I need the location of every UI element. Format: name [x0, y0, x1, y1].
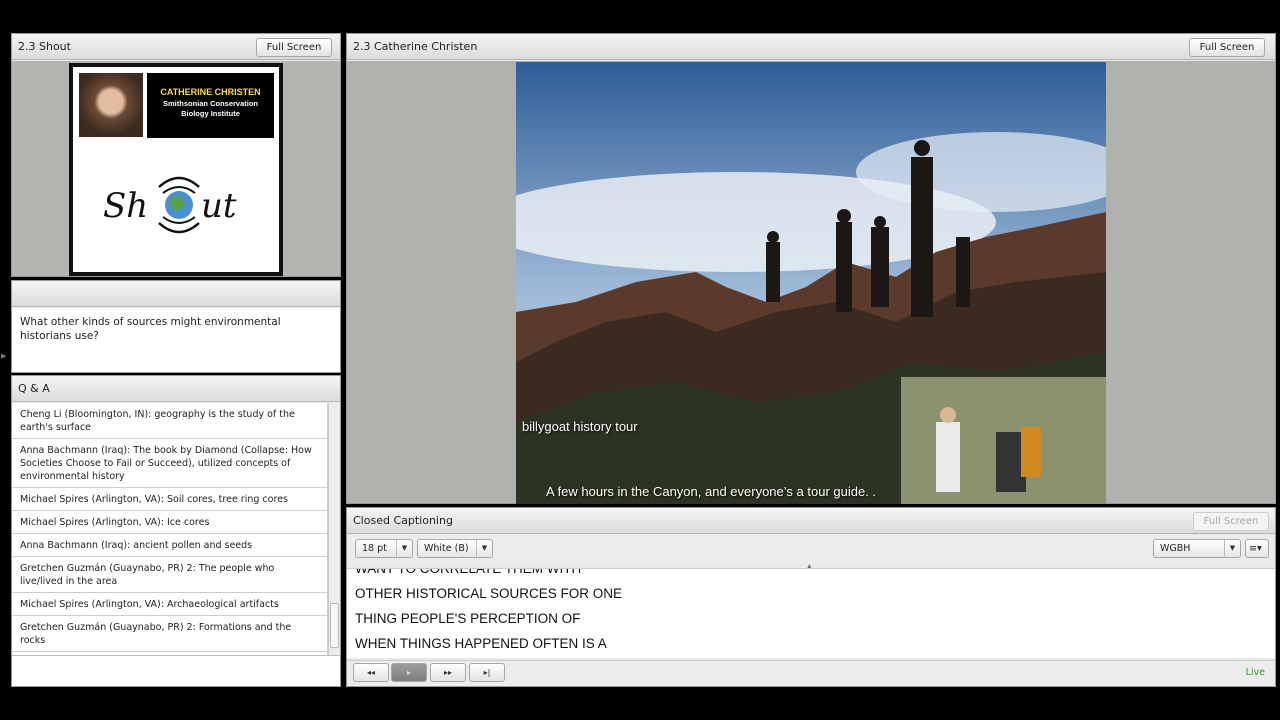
caption-source-value: WGBH — [1160, 543, 1191, 554]
cc-menu-button[interactable]: ≡▾ — [1245, 539, 1269, 558]
color-value: White (B) — [424, 543, 469, 554]
cc-fullscreen-button[interactable]: Full Screen — [1193, 512, 1269, 531]
qa-item[interactable]: Michael Spires (Arlington, VA): Archaeol… — [12, 593, 327, 616]
chevron-down-icon: ▼ — [476, 540, 492, 557]
qa-item[interactable]: Michael Spires (Arlington, VA): Soil cor… — [12, 488, 327, 511]
qa-pod: Q & A Cheng Li (Bloomington, IN): geogra… — [11, 375, 341, 687]
play-button[interactable]: ▸ — [391, 663, 427, 682]
chevron-down-icon: ▼ — [396, 540, 412, 557]
qa-scrollbar-thumb[interactable] — [330, 603, 339, 648]
caption-line: WHEN THINGS HAPPENED OFTEN IS A — [355, 636, 607, 651]
caption-source-dropdown[interactable]: WGBH ▼ — [1153, 539, 1241, 558]
note-question: What other kinds of sources might enviro… — [20, 315, 332, 343]
shout-stage: CATHERINE CHRISTEN Smithsonian Conservat… — [12, 61, 340, 276]
canyon-photo — [516, 62, 1106, 504]
qa-item[interactable]: Anna Bachmann (Iraq): ancient pollen and… — [12, 534, 327, 557]
video-caption: A few hours in the Canyon, and everyone’… — [546, 484, 877, 499]
speaker-slide: CATHERINE CHRISTEN Smithsonian Conservat… — [69, 63, 283, 276]
main-stage: billygoat history tour A few hours in th… — [347, 61, 1275, 504]
cc-pod-title: Closed Captioning — [347, 508, 1275, 534]
closed-captioning-pod: Closed Captioning Full Screen 18 pt ▼ Wh… — [346, 507, 1276, 687]
qa-scrollbar[interactable] — [328, 403, 340, 655]
note-pod: What other kinds of sources might enviro… — [11, 280, 341, 373]
video-frame[interactable]: billygoat history tour A few hours in th… — [516, 62, 1106, 504]
menu-icon: ≡▾ — [1249, 543, 1262, 554]
forward-button[interactable]: ▸▸ — [430, 663, 466, 682]
color-dropdown[interactable]: White (B) ▼ — [417, 539, 493, 558]
main-pod-title: 2.3 Catherine Christen — [347, 34, 1275, 60]
qa-item[interactable]: Gretchen Guzmán (Guaynabo, PR) 2: Format… — [12, 616, 327, 652]
end-button[interactable]: ▸| — [469, 663, 505, 682]
font-size-value: 18 pt — [362, 543, 387, 554]
speaker-org-line2: Biology Institute — [181, 109, 240, 118]
note-titlebar — [12, 281, 340, 307]
live-status: Live — [1245, 667, 1265, 678]
rewind-button[interactable]: ◂◂ — [353, 663, 389, 682]
cc-playback-controls: ◂◂ ▸ ▸▸ ▸| Live — [347, 660, 1275, 686]
cc-toolbar: 18 pt ▼ White (B) ▼ WGBH ▼ ≡▾ — [347, 535, 1275, 564]
qa-list[interactable]: Cheng Li (Bloomington, IN): geography is… — [12, 403, 328, 655]
main-fullscreen-button[interactable]: Full Screen — [1189, 38, 1265, 57]
caption-text-area: WANT TO CORRELATE THEM WITH OTHER HISTOR… — [347, 568, 1275, 658]
photo-title: billygoat history tour — [522, 419, 638, 434]
caption-line: OTHER HISTORICAL SOURCES FOR ONE — [355, 586, 623, 601]
speaker-name: CATHERINE CHRISTEN — [160, 87, 261, 97]
caption-line: THING PEOPLE'S PERCEPTION OF — [355, 611, 581, 626]
shout-pod: 2.3 Shout Full Screen CATHERINE CHRISTEN… — [11, 33, 341, 277]
speaker-card: CATHERINE CHRISTEN Smithsonian Conservat… — [147, 73, 274, 138]
speaker-org: Smithsonian Conservation Biology Institu… — [147, 99, 274, 119]
shout-fullscreen-button[interactable]: Full Screen — [256, 38, 332, 57]
main-video-pod: 2.3 Catherine Christen Full Screen billy… — [346, 33, 1276, 504]
qa-pod-title: Q & A — [12, 376, 340, 402]
font-size-dropdown[interactable]: 18 pt ▼ — [355, 539, 413, 558]
qa-item[interactable]: Cheng Li (Bloomington, IN): geography is… — [12, 403, 327, 439]
qa-item[interactable]: Gretchen Guzmán (Guaynabo, PR) 2: The pe… — [12, 557, 327, 593]
qa-item[interactable]: Anna Bachmann (Iraq): The book by Diamon… — [12, 439, 327, 488]
qa-input[interactable] — [12, 655, 340, 686]
caption-line: WANT TO CORRELATE THEM WITH — [355, 568, 582, 576]
svg-text:Sh: Sh — [103, 186, 148, 226]
chevron-down-icon: ▼ — [1224, 540, 1240, 557]
panel-expand-icon[interactable]: ▶ — [1, 352, 6, 360]
svg-text:ut: ut — [201, 186, 237, 226]
speaker-photo — [79, 73, 143, 137]
shout-logo-icon: Sh ut — [103, 176, 237, 234]
qa-item[interactable]: Michael Spires (Arlington, VA): Ice core… — [12, 511, 327, 534]
speaker-org-line1: Smithsonian Conservation — [162, 99, 258, 108]
